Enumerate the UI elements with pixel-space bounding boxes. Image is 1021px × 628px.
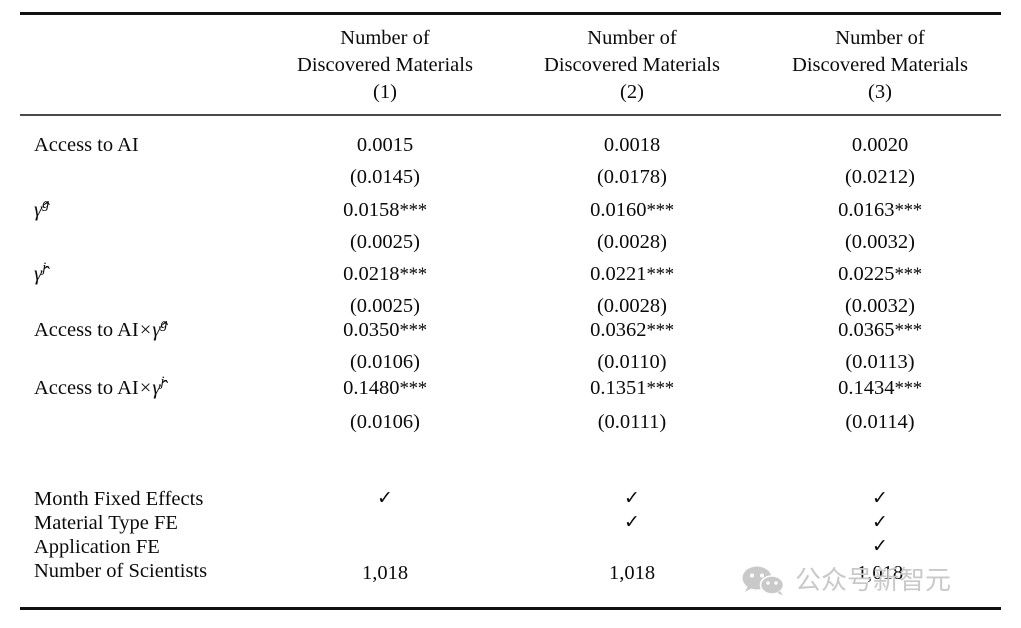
- superscript-j: j: [160, 374, 165, 391]
- cell-r0-c1-estimate: 0.0015: [356, 134, 414, 156]
- significance-stars: ***: [894, 200, 922, 221]
- cell-r3-c3-stderr: (0.0113): [845, 351, 915, 373]
- significance-stars: ***: [894, 320, 922, 341]
- cell-r4-c3-stderr: (0.0114): [845, 411, 915, 433]
- column-header-3: Number of Discovered Materials (3): [755, 25, 1005, 106]
- row-label-text: Access to AI: [34, 319, 139, 341]
- superscript-j: j: [42, 260, 47, 277]
- checkmark-icon-material-fe-c3: ✓: [872, 511, 888, 533]
- significance-stars: ***: [399, 264, 427, 285]
- cell-r4-c3-estimate: 0.1434***: [838, 377, 922, 399]
- cell-r2-c3-estimate: 0.0225***: [838, 263, 922, 285]
- significance-stars: ***: [399, 378, 427, 399]
- column-header-2-line1: Number of: [587, 27, 677, 49]
- row-label-text: Access to AI: [34, 134, 139, 156]
- column-header-1-line2: Discovered Materials: [297, 54, 473, 76]
- significance-stars: ***: [894, 378, 922, 399]
- checkmark-icon-application-fe-c3: ✓: [872, 535, 888, 557]
- cell-r3-c1-estimate: 0.0350***: [343, 319, 427, 341]
- cell-r2-c2-estimate: 0.0221***: [590, 263, 674, 285]
- column-header-3-line2: Discovered Materials: [792, 54, 968, 76]
- cell-r4-c1-estimate: 0.1480***: [343, 377, 427, 399]
- cell-r2-c2-stderr: (0.0028): [596, 295, 668, 317]
- cell-r3-c2-stderr: (0.0110): [597, 351, 667, 373]
- column-header-2-line2: Discovered Materials: [544, 54, 720, 76]
- gamma-hat-symbol: γ̂: [34, 263, 43, 285]
- table-top-rule: [20, 12, 1001, 15]
- significance-stars: ***: [399, 200, 427, 221]
- times-icon: ×: [139, 377, 152, 399]
- column-header-1-line1: Number of: [340, 27, 430, 49]
- cell-r0-c1-stderr: (0.0145): [349, 166, 421, 188]
- regression-table: Number of Discovered Materials (1) Numbe…: [20, 0, 1001, 628]
- column-header-2: Number of Discovered Materials (2): [507, 25, 757, 106]
- significance-stars: ***: [646, 264, 674, 285]
- significance-stars: ***: [646, 320, 674, 341]
- cell-r4-c1-stderr: (0.0106): [349, 411, 421, 433]
- cell-r1-c3-stderr: (0.0032): [844, 231, 916, 253]
- cell-r3-c2-estimate: 0.0362***: [590, 319, 674, 341]
- cell-r0-c2-stderr: (0.0178): [596, 166, 668, 188]
- significance-stars: ***: [894, 264, 922, 285]
- checkmark-icon-month-fe-c1: ✓: [377, 487, 393, 509]
- row-label-application-fe: Application FE: [34, 536, 160, 558]
- column-header-1-number: (1): [373, 81, 397, 103]
- table-bottom-rule: [20, 607, 1001, 610]
- column-header-1: Number of Discovered Materials (1): [260, 25, 510, 106]
- checkmark-icon-material-fe-c2: ✓: [624, 511, 640, 533]
- cell-r0-c3-stderr: (0.0212): [844, 166, 916, 188]
- cell-scientists-c2: 1,018: [608, 562, 656, 584]
- significance-stars: ***: [646, 378, 674, 399]
- cell-r2-c1-estimate: 0.0218***: [343, 263, 427, 285]
- cell-scientists-c1: 1,018: [361, 562, 409, 584]
- cell-r2-c1-stderr: (0.0025): [349, 295, 421, 317]
- cell-r1-c2-stderr: (0.0028): [596, 231, 668, 253]
- cell-r1-c1-stderr: (0.0025): [349, 231, 421, 253]
- row-label-material-type-fe: Material Type FE: [34, 512, 178, 534]
- cell-r4-c2-stderr: (0.0111): [597, 411, 667, 433]
- cell-r1-c1-estimate: 0.0158***: [343, 199, 427, 221]
- superscript-g: g: [42, 196, 50, 213]
- cell-r0-c3-estimate: 0.0020: [851, 134, 909, 156]
- checkmark-icon-month-fe-c2: ✓: [624, 487, 640, 509]
- cell-r4-c2-estimate: 0.1351***: [590, 377, 674, 399]
- significance-stars: ***: [399, 320, 427, 341]
- significance-stars: ***: [646, 200, 674, 221]
- times-icon: ×: [139, 319, 152, 341]
- superscript-g: g: [160, 316, 168, 333]
- cell-r2-c3-stderr: (0.0032): [844, 295, 916, 317]
- cell-r1-c2-estimate: 0.0160***: [590, 199, 674, 221]
- table-header-rule: [20, 114, 1001, 116]
- cell-scientists-c3: 1,018: [856, 562, 904, 584]
- checkmark-icon-month-fe-c3: ✓: [872, 487, 888, 509]
- cell-r3-c1-stderr: (0.0106): [349, 351, 421, 373]
- cell-r1-c3-estimate: 0.0163***: [838, 199, 922, 221]
- cell-r3-c3-estimate: 0.0365***: [838, 319, 922, 341]
- gamma-hat-symbol: γ̂: [34, 199, 43, 221]
- cell-r0-c2-estimate: 0.0018: [603, 134, 661, 156]
- column-header-3-line1: Number of: [835, 27, 925, 49]
- row-label-text: Access to AI: [34, 377, 139, 399]
- column-header-3-number: (3): [868, 81, 892, 103]
- column-header-2-number: (2): [620, 81, 644, 103]
